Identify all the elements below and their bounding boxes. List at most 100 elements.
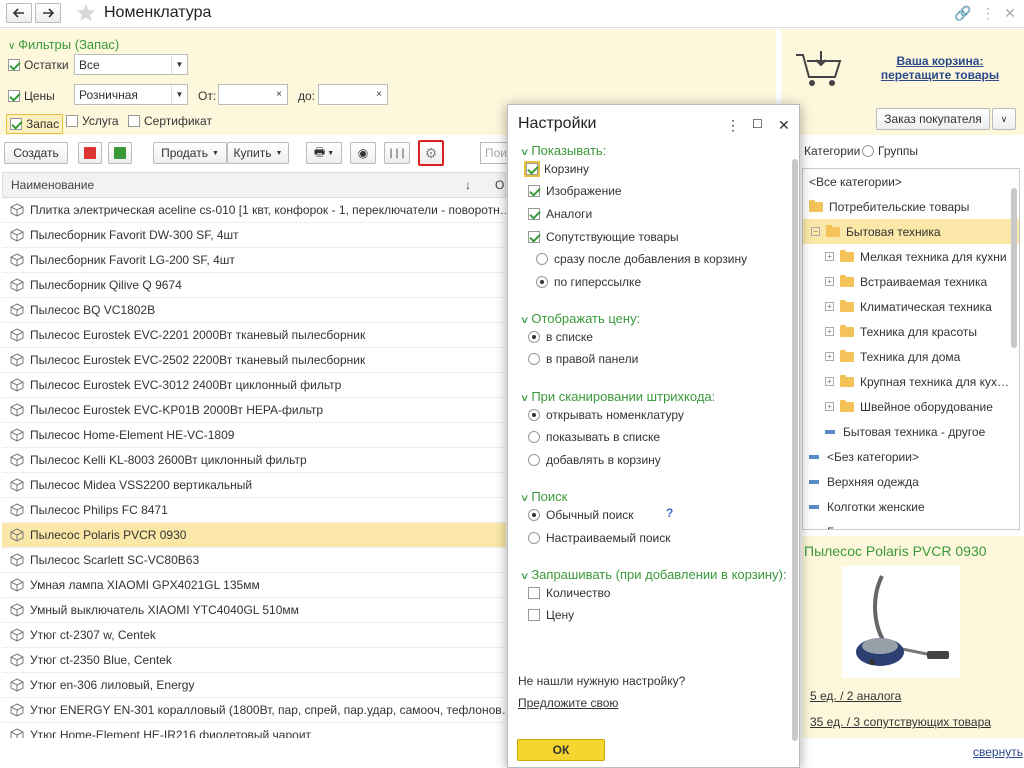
expand-icon[interactable]: + (825, 327, 834, 336)
close-icon[interactable]: ✕ (1002, 5, 1018, 21)
table-row[interactable]: Пылесос Eurostek EVC-2502 2200Вт тканевы… (2, 348, 506, 373)
table-row[interactable]: Утюг ENERGY EN-301 коралловый (1800Вт, п… (2, 698, 506, 723)
clear-icon[interactable]: × (271, 85, 287, 104)
ask-section-header[interactable]: Запрашивать (при добавлении в корзину): (521, 567, 786, 582)
table-row[interactable]: Пылесос Polaris PVCR 0930 (2, 523, 506, 548)
dialog-scrollbar[interactable] (792, 159, 798, 741)
table-row[interactable]: Пылесборник Favorit DW-300 SF, 4шт (2, 223, 506, 248)
barcode-button[interactable]: ||| (384, 142, 410, 164)
close-icon[interactable]: ✕ (778, 117, 790, 134)
forward-button[interactable] (35, 3, 61, 23)
show-analogs-checkbox[interactable] (528, 208, 540, 220)
suggest-setting-link[interactable]: Предложите свою (518, 696, 618, 710)
tree-item[interactable]: + Климатическая техника (803, 294, 1019, 319)
table-row[interactable]: Пылесос Midea VSS2200 вертикальный (2, 473, 506, 498)
back-button[interactable] (6, 3, 32, 23)
add-green-button[interactable] (108, 142, 132, 164)
price-from-input[interactable]: × (218, 84, 288, 105)
tree-item[interactable]: + Встраиваемая техника (803, 269, 1019, 294)
simple-search-radio[interactable] (528, 509, 540, 521)
column-2-header[interactable]: О (495, 178, 505, 192)
collapse-icon[interactable]: − (811, 227, 820, 236)
price-right-panel-radio[interactable] (528, 353, 540, 365)
tree-item[interactable]: − Бытовая техника (803, 219, 1019, 244)
search-section-header[interactable]: Поиск (521, 489, 567, 504)
price-in-list-radio[interactable] (528, 331, 540, 343)
certificate-checkbox[interactable] (128, 115, 140, 127)
table-row[interactable]: Утюг en-306 лиловый, Energy (2, 673, 506, 698)
print-button[interactable]: 🖶 ▼ (306, 142, 342, 164)
price-to-input[interactable]: × (318, 84, 388, 105)
tree-item[interactable]: <Без категории> (803, 444, 1019, 469)
table-row[interactable]: Пылесборник Favorit LG-200 SF, 4шт (2, 248, 506, 273)
scan-section-header[interactable]: При сканировании штрихкода: (521, 389, 715, 404)
expand-icon[interactable]: + (825, 277, 834, 286)
column-name-header[interactable]: Наименование (11, 178, 465, 192)
custom-search-radio[interactable] (528, 532, 540, 544)
maximize-icon[interactable]: ☐ (752, 117, 763, 131)
search-input[interactable]: Поиск (480, 142, 508, 164)
show-section-header[interactable]: Показывать: (521, 143, 606, 158)
more-icon[interactable]: ⋮ (980, 5, 996, 21)
table-row[interactable]: Пылесборник Qilive Q 9674 (2, 273, 506, 298)
settings-button[interactable]: ⚙ (418, 140, 444, 166)
tree-item[interactable]: + Техника для дома (803, 344, 1019, 369)
sell-button[interactable]: Продать ▼ (153, 142, 227, 164)
more-icon[interactable]: ⋮ (726, 117, 740, 134)
tree-item[interactable]: + Мелкая техника для кухни (803, 244, 1019, 269)
clear-icon[interactable]: × (371, 85, 387, 104)
table-row[interactable]: Утюг Home-Element HE-IR216 фиолетовый ча… (2, 723, 506, 738)
add-red-button[interactable] (78, 142, 102, 164)
related-goods-link[interactable]: 35 ед. / 3 сопутствующих товара (810, 715, 991, 729)
table-row[interactable]: Пылесос Kelli KL-8003 2600Вт циклонный ф… (2, 448, 506, 473)
expand-icon[interactable]: + (825, 402, 834, 411)
customer-order-button[interactable]: Заказ покупателя (876, 108, 990, 130)
prices-checkbox[interactable] (8, 90, 20, 102)
expand-icon[interactable]: + (825, 252, 834, 261)
analogs-link[interactable]: 5 ед. / 2 аналога (810, 689, 901, 703)
show-in-list-radio[interactable] (528, 431, 540, 443)
service-checkbox[interactable] (66, 115, 78, 127)
table-row[interactable]: Умный выключатель XIAOMI YTC4040GL 510мм (2, 598, 506, 623)
add-to-cart-radio[interactable] (528, 454, 540, 466)
tree-item[interactable]: + Техника для красоты (803, 319, 1019, 344)
groups-radio[interactable] (862, 145, 874, 157)
table-row[interactable]: Пылесос Philips FC 8471 (2, 498, 506, 523)
by-link-radio[interactable] (536, 276, 548, 288)
stock-checkbox[interactable] (8, 59, 20, 71)
order-dropdown-button[interactable]: ∨ (992, 108, 1016, 130)
link-icon[interactable]: 🔗 (954, 5, 971, 21)
stock-type-checkbox[interactable] (10, 118, 22, 130)
open-item-radio[interactable] (528, 409, 540, 421)
ask-quantity-checkbox[interactable] (528, 587, 540, 599)
stock-select[interactable]: Все ▼ (74, 54, 188, 75)
table-row[interactable]: Умная лампа XIAOMI GPX4021GL 135мм (2, 573, 506, 598)
prices-select[interactable]: Розничная ▼ (74, 84, 188, 105)
view-button[interactable]: ◉ (350, 142, 376, 164)
collapse-link[interactable]: свернуть (973, 745, 1023, 759)
tree-scrollbar[interactable] (1011, 188, 1017, 348)
table-row[interactable]: Утюг ct-2350 Blue, Centek (2, 648, 506, 673)
ok-button[interactable]: ОК (517, 739, 605, 761)
price-section-header[interactable]: Отображать цену: (521, 311, 640, 326)
show-cart-checkbox[interactable] (524, 161, 540, 177)
tree-item[interactable]: Колготки женские (803, 494, 1019, 519)
tree-item[interactable]: + Швейное оборудование (803, 394, 1019, 419)
buy-button[interactable]: Купить ▼ (227, 142, 289, 164)
table-row[interactable]: Пылесос BQ VC1802B (2, 298, 506, 323)
favorite-star-icon[interactable] (76, 3, 96, 26)
tree-item[interactable]: Верхняя одежда (803, 469, 1019, 494)
table-row[interactable]: Пылесос Scarlett SC-VC80B63 (2, 548, 506, 573)
table-row[interactable]: Пылесос Home-Element HE-VC-1809 (2, 423, 506, 448)
table-row[interactable]: Пылесос Eurostek EVC-3012 2400Вт циклонн… (2, 373, 506, 398)
create-button[interactable]: Создать (4, 142, 68, 164)
after-add-radio[interactable] (536, 253, 548, 265)
filters-header[interactable]: ∨ Фильтры (Запас) (8, 37, 119, 52)
expand-icon[interactable]: + (825, 302, 834, 311)
table-row[interactable]: Плитка электрическая aceline cs-010 [1 к… (2, 198, 506, 223)
expand-icon[interactable]: + (825, 377, 834, 386)
show-image-checkbox[interactable] (528, 185, 540, 197)
sort-down-icon[interactable]: ↓ (465, 178, 471, 192)
tree-item[interactable]: <Все категории> (803, 169, 1019, 194)
tree-item[interactable]: + Крупная техника для кух… (803, 369, 1019, 394)
